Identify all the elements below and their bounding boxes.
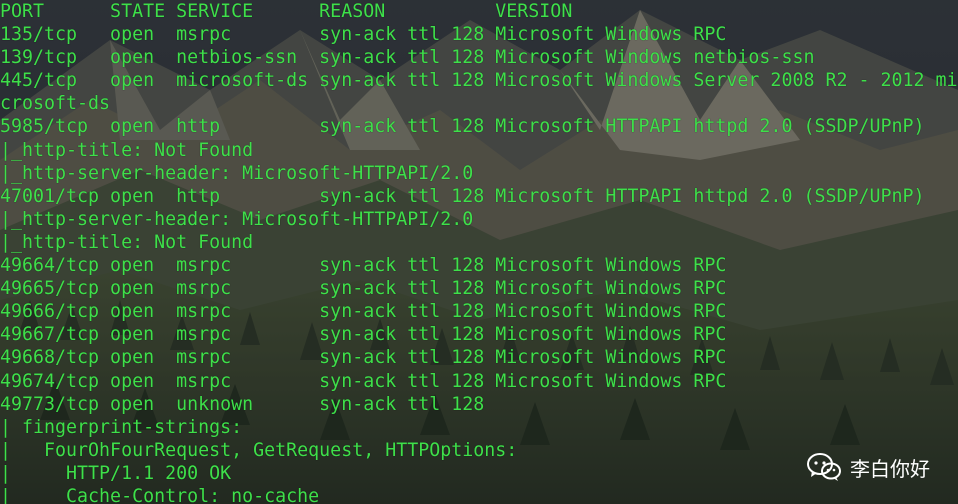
terminal-line: |_http-title: Not Found [0, 139, 254, 161]
terminal-line: 49667/tcp open msrpc syn-ack ttl 128 Mic… [0, 324, 727, 346]
terminal-output: PORT STATE SERVICE REASON VERSION 135/tcp… [0, 0, 958, 504]
terminal-line: 49664/tcp open msrpc syn-ack ttl 128 Mic… [0, 255, 727, 277]
terminal-line: |_http-server-header: Microsoft-HTTPAPI/… [0, 208, 474, 230]
terminal-line: |_http-server-header: Microsoft-HTTPAPI/… [0, 162, 474, 184]
watermark-text: 李白你好 [850, 456, 930, 481]
terminal-line: 139/tcp open netbios-ssn syn-ack ttl 128… [0, 47, 815, 69]
terminal-line: |_http-title: Not Found [0, 231, 254, 253]
terminal-line: 47001/tcp open http syn-ack ttl 128 Micr… [0, 185, 925, 207]
terminal-line: 49674/tcp open msrpc syn-ack ttl 128 Mic… [0, 370, 727, 392]
terminal-line: crosoft-ds [0, 93, 111, 115]
terminal-line: 49668/tcp open msrpc syn-ack ttl 128 Mic… [0, 347, 727, 369]
terminal-line: PORT STATE SERVICE REASON VERSION [0, 1, 573, 22]
terminal-line: | fingerprint-strings: [0, 416, 243, 438]
terminal-line: 49665/tcp open msrpc syn-ack ttl 128 Mic… [0, 278, 727, 300]
terminal-line: 49773/tcp open unknown syn-ack ttl 128 [0, 393, 485, 415]
terminal-line: 445/tcp open microsoft-ds syn-ack ttl 12… [0, 70, 958, 92]
watermark: 李白你好 [806, 452, 930, 482]
terminal-line: | Cache-Control: no-cache [0, 485, 320, 504]
wechat-icon [807, 453, 841, 481]
terminal-line: 5985/tcp open http syn-ack ttl 128 Micro… [0, 116, 925, 138]
terminal-line: 49666/tcp open msrpc syn-ack ttl 128 Mic… [0, 301, 727, 323]
terminal-line: 135/tcp open msrpc syn-ack ttl 128 Micro… [0, 24, 727, 46]
